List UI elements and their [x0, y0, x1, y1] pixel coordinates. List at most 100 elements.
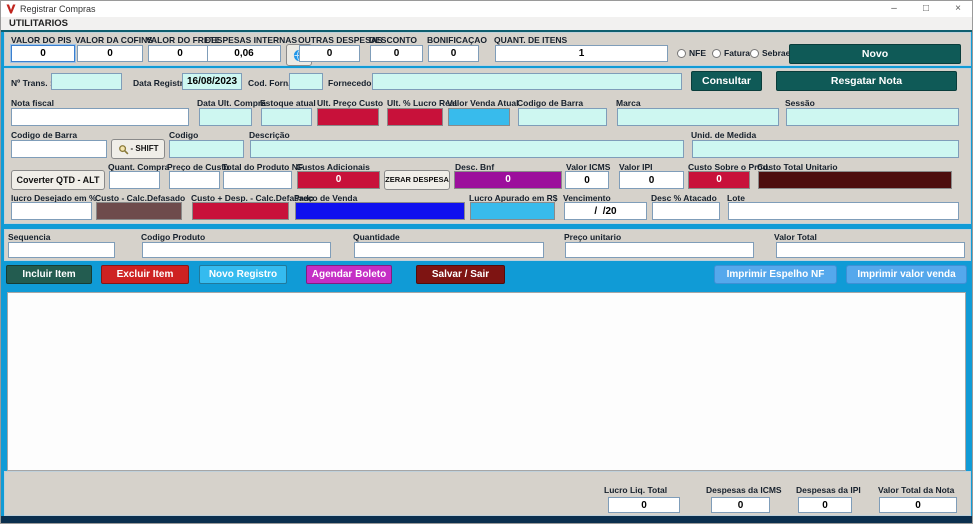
despesas-icms-label: Despesas da ICMS	[706, 485, 782, 495]
radio-sebrae[interactable]: Sebrae	[750, 48, 790, 58]
radio-nfe[interactable]: NFE	[677, 48, 706, 58]
valor-pis-input[interactable]	[11, 45, 75, 62]
valor-cofins-input[interactable]	[77, 45, 143, 62]
preco-unitario-label: Preço unitario	[564, 232, 621, 242]
lucro-apurado-box	[470, 202, 555, 220]
valor-cofins-label: VALOR DA COFINS	[75, 35, 153, 45]
valor-total-nota-input[interactable]	[879, 497, 957, 513]
vencimento-input[interactable]	[564, 202, 647, 220]
radio-sebrae-dot	[750, 49, 759, 58]
preco-unitario-input[interactable]	[565, 242, 754, 258]
lote-input[interactable]	[728, 202, 959, 220]
sessao-label: Sessão	[785, 98, 815, 108]
outras-despesas-input[interactable]	[299, 45, 360, 62]
fornecedor-input[interactable]	[372, 73, 682, 90]
bonificacao-label: BONIFICAÇAO	[427, 35, 487, 45]
window-controls: – □ ×	[878, 1, 973, 17]
codigo-barra-label: Codigo de Barra	[11, 130, 77, 140]
agendar-boleto-button[interactable]: Agendar Boleto	[306, 265, 392, 284]
zerar-despesa-button[interactable]: ZERAR DESPESA	[384, 170, 450, 190]
radio-nfe-label: NFE	[689, 48, 706, 58]
custo-sobre-box: 0	[688, 171, 750, 189]
consultar-button[interactable]: Consultar	[691, 71, 762, 91]
data-ult-compra-box	[199, 108, 252, 126]
estoque-atual-box	[261, 108, 312, 126]
incluir-item-button[interactable]: Incluir Item	[6, 265, 92, 284]
codigo-produto-input[interactable]	[142, 242, 331, 258]
nota-fiscal-label: Nota fiscal	[11, 98, 54, 108]
valor-total-label: Valor Total	[774, 232, 817, 242]
resgatar-nota-button[interactable]: Resgatar Nota	[776, 71, 957, 91]
desc-bnf-box: 0	[454, 171, 562, 189]
bottom-border-strip	[1, 516, 973, 524]
menu-utilitarios[interactable]: UTILITARIOS	[9, 18, 68, 29]
unid-medida-input[interactable]	[692, 140, 959, 158]
window-title: Registrar Compras	[20, 4, 96, 14]
despesas-ipi-input[interactable]	[798, 497, 852, 513]
valor-frete-input[interactable]	[148, 45, 212, 62]
despesas-internas-label: DESPESAS INTERNAS	[205, 35, 297, 45]
custo-total-box	[758, 171, 952, 189]
minimize-icon[interactable]: –	[878, 1, 910, 17]
preco-custo-input[interactable]	[169, 171, 220, 189]
quant-compra-input[interactable]	[109, 171, 160, 189]
quantidade-label: Quantidade	[353, 232, 400, 242]
nota-fiscal-input[interactable]	[11, 108, 189, 126]
codigo-barra-info-input[interactable]	[518, 108, 607, 126]
despesas-icms-input[interactable]	[711, 497, 770, 513]
imprimir-venda-button[interactable]: Imprimir valor venda	[846, 265, 967, 284]
quant-itens-input[interactable]	[495, 45, 668, 62]
total-produto-input[interactable]	[223, 171, 292, 189]
cod-forn-input[interactable]	[289, 73, 323, 90]
ult-lucro-real-box	[387, 108, 443, 126]
salvar-sair-button[interactable]: Salvar / Sair	[416, 265, 505, 284]
codigo-label: Codigo	[169, 130, 198, 140]
codigo-barra-input[interactable]	[11, 140, 107, 158]
quantidade-input[interactable]	[354, 242, 544, 258]
sequencia-input[interactable]	[8, 242, 115, 258]
radio-fatura[interactable]: Fatura	[712, 48, 750, 58]
valor-icms-input[interactable]	[565, 171, 609, 189]
radio-fatura-label: Fatura	[724, 48, 750, 58]
unid-medida-label: Unid. de Medida	[691, 130, 756, 140]
excluir-item-button[interactable]: Excluir Item	[101, 265, 189, 284]
preco-venda-box	[295, 202, 465, 220]
app-window: Registrar Compras – □ × UTILITARIOS VALO…	[0, 0, 973, 524]
converter-qtd-button[interactable]: Coverter QTD - ALT	[11, 170, 105, 190]
quant-itens-label: QUANT. DE ITENS	[494, 35, 567, 45]
radio-fatura-dot	[712, 49, 721, 58]
items-grid[interactable]	[7, 292, 966, 471]
close-icon[interactable]: ×	[942, 1, 973, 17]
shift-search-button[interactable]: - SHIFT	[111, 139, 165, 159]
sessao-input[interactable]	[786, 108, 959, 126]
codigo-produto-label: Codigo Produto	[141, 232, 205, 242]
desconto-input[interactable]	[370, 45, 423, 62]
custo-calc-box	[96, 202, 182, 220]
imprimir-espelho-button[interactable]: Imprimir Espelho NF	[714, 265, 837, 284]
novo-registro-button[interactable]: Novo Registro	[199, 265, 287, 284]
valor-ipi-input[interactable]	[619, 171, 684, 189]
n-trans-label: Nº Trans. :	[11, 78, 53, 88]
lucro-liq-input[interactable]	[608, 497, 680, 513]
data-registro-input[interactable]	[182, 73, 242, 90]
descricao-input[interactable]	[250, 140, 684, 158]
desc-atacado-input[interactable]	[652, 202, 720, 220]
magnifier-icon	[118, 144, 129, 155]
despesas-internas-input[interactable]	[207, 45, 281, 62]
valor-pis-label: VALOR DO PIS	[11, 35, 71, 45]
shift-button-label: - SHIFT	[131, 140, 159, 158]
lucro-liq-label: Lucro Liq. Total	[604, 485, 667, 495]
marca-label: Marca	[616, 98, 641, 108]
restore-icon[interactable]: □	[910, 1, 942, 17]
novo-button[interactable]: Novo	[789, 44, 961, 64]
cod-forn-label: Cod. Forn.:	[248, 78, 293, 88]
valor-total-input[interactable]	[776, 242, 965, 258]
bonificacao-input[interactable]	[428, 45, 479, 62]
app-icon	[6, 4, 16, 14]
custos-adicionais-box: 0	[297, 171, 380, 189]
data-ult-compra-label: Data Ult. Compra	[197, 98, 266, 108]
codigo-input[interactable]	[169, 140, 244, 158]
n-trans-input[interactable]	[51, 73, 122, 90]
lucro-desejado-input[interactable]	[11, 202, 92, 220]
marca-input[interactable]	[617, 108, 779, 126]
